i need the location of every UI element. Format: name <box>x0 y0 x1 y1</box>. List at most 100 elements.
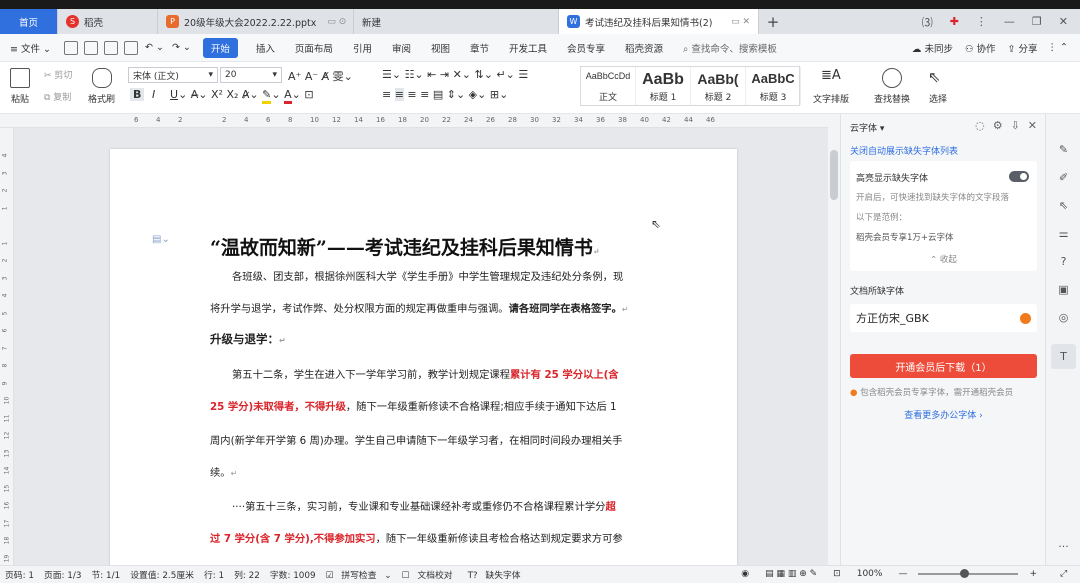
ruler-tick: 5 <box>1 311 9 315</box>
adjust-icon[interactable]: ⚌ <box>1056 226 1071 241</box>
scroll-thumb[interactable] <box>830 150 838 200</box>
vertical-ruler[interactable]: 4 3 2 1 1 2 3 4 5 6 7 8 9 10 11 12 13 14 15 16 17 18 19 <box>0 128 14 565</box>
panel-title[interactable]: 云字体 ▾ <box>850 121 884 134</box>
menu-devtools[interactable]: 开发工具 <box>499 41 557 55</box>
ruler-tick: 10 <box>310 116 319 124</box>
tab-daoke[interactable]: S 稻壳 <box>58 9 158 34</box>
font-icon[interactable]: T <box>1051 344 1076 369</box>
disable-auto-show-link[interactable]: 关闭自动展示缺失字体列表 <box>850 144 958 157</box>
style-normal[interactable]: AaBbCcDd 正文 <box>581 67 636 105</box>
highlight-toggle[interactable] <box>1009 171 1029 182</box>
location-icon[interactable]: ◎ <box>1056 310 1071 325</box>
menu-review[interactable]: 审阅 <box>382 41 421 55</box>
settings-icon[interactable]: ⚙ <box>993 119 1003 132</box>
zoom-in-icon[interactable]: + <box>1024 569 1042 579</box>
horizontal-ruler[interactable]: 6 4 2 2 4 6 8 10 12 14 16 18 20 22 24 26 28 30 32 34 36 38 40 4… <box>0 114 840 128</box>
export-icon[interactable] <box>83 40 98 55</box>
avatar-icon[interactable]: ✚ <box>950 15 959 28</box>
sync-status[interactable]: ☁ 未同步 <box>906 41 959 55</box>
tab-document[interactable]: W 考试违纪及挂科后果知情书(2) ▭ ✕ <box>559 9 759 34</box>
menu-section[interactable]: 章节 <box>460 41 499 55</box>
cut-button[interactable]: ✂ 剪切 <box>44 68 72 81</box>
tab-count-icon[interactable]: ⑶ <box>922 14 933 30</box>
new-tab-button[interactable]: + <box>759 9 787 34</box>
bold-button[interactable]: B <box>130 88 145 101</box>
collapse-button[interactable]: ⌃ 收起 <box>850 253 1037 265</box>
tab-home[interactable]: 首页 <box>0 9 58 34</box>
copy-button[interactable]: ⧉ 复制 <box>44 90 71 103</box>
chat-icon[interactable]: ◌ <box>975 119 985 132</box>
ruler-tick: 18 <box>3 536 11 545</box>
edit-icon[interactable]: ✐ <box>1056 170 1071 185</box>
more-icon[interactable]: ··· <box>1056 539 1071 554</box>
status-pages: 页面: 1/3 <box>43 571 82 581</box>
help-icon[interactable]: ? <box>1056 254 1071 269</box>
tab-close-icon[interactable]: ▭ ⊙ <box>321 17 346 27</box>
menu-member[interactable]: 会员专享 <box>557 41 615 55</box>
paint-icon[interactable]: ✎ <box>1056 142 1071 157</box>
undo-icon[interactable]: ↶ ⌄ <box>141 42 168 53</box>
ruler-tick: 46 <box>706 116 715 124</box>
doc-outline-icon[interactable]: ▤⌄ <box>152 234 170 245</box>
text-format-row[interactable]: U⌄ A̶⌄ X² X₂ A̷⌄ ✎⌄ A⌄ ⊡ <box>170 88 314 104</box>
more-menu-icon[interactable]: ⋮ ⌃ <box>1044 42 1080 53</box>
zoom-level[interactable]: 100% <box>852 569 888 579</box>
collab-button[interactable]: ⚇ 协作 <box>959 41 1002 55</box>
style-heading-3[interactable]: AaBbC 标题 3 <box>746 67 801 105</box>
zoom-slider[interactable] <box>918 569 1019 578</box>
find-replace-button[interactable]: 查找替换 <box>874 68 910 105</box>
document-page[interactable]: ▤⌄ “温故而知新”——考试违纪及挂科后果知情书↵ 各班级、团支部，根据徐州医科… <box>110 149 737 565</box>
zoom-out-icon[interactable]: — <box>893 569 912 579</box>
preview-icon[interactable] <box>123 40 138 55</box>
vertical-scrollbar[interactable] <box>828 114 840 565</box>
menu-insert[interactable]: 插入 <box>246 41 285 55</box>
paste-button[interactable]: 粘贴 <box>10 68 30 105</box>
font-tools-row[interactable]: A⁺ A⁻ A̸ 雯⌄ <box>288 68 353 84</box>
fit-icon[interactable]: ⊡ <box>828 569 846 579</box>
list-tools-row[interactable]: ☰⌄ ☷⌄ ⇤ ⇥ ✕⌄ ⇅⌄ ↵⌄ ☰ <box>382 68 528 81</box>
text-layout-button[interactable]: ≣A 文字排版 <box>813 68 849 105</box>
tab-close-icon[interactable]: ▭ ✕ <box>725 17 750 27</box>
redo-icon[interactable]: ↷ ⌄ <box>168 42 195 53</box>
align-tools-row[interactable]: ≡ ≡ ≡ ≡ ▤ ⇕⌄ ◈⌄ ⊞⌄ <box>382 88 508 101</box>
cursor-icon[interactable]: ⇖ <box>1056 198 1071 213</box>
menu-layout[interactable]: 页面布局 <box>285 41 343 55</box>
font-name-select[interactable]: 宋体 (正文) ▾ <box>128 67 218 83</box>
ruler-tick: 4 <box>1 153 9 158</box>
menu-reference[interactable]: 引用 <box>343 41 382 55</box>
close-icon[interactable]: ✕ <box>1028 119 1037 132</box>
view-icons[interactable]: ▤ ▦ ▥ ⊕ ✎ <box>760 569 822 579</box>
missing-font-button[interactable]: T? 缺失字体 <box>463 568 531 581</box>
print-icon[interactable] <box>103 40 118 55</box>
tab-new[interactable]: 新建 <box>354 9 559 34</box>
spellcheck-button[interactable]: ☑ 拼写检查 ⌄ <box>321 568 397 581</box>
italic-button[interactable]: I <box>152 88 155 101</box>
font-size-select[interactable]: 20 ▾ <box>220 67 282 83</box>
hamburger-icon[interactable]: ≡ 文件 ⌄ <box>0 41 61 55</box>
save-icon[interactable] <box>63 40 78 55</box>
tab-pptx[interactable]: P 20级年级大会2022.2.22.pptx ▭ ⊙ <box>158 9 354 34</box>
close-window-icon[interactable]: ✕ <box>1059 15 1068 28</box>
command-search[interactable]: ⌕ 查找命令、搜索模板 <box>673 41 787 55</box>
fullscreen-icon[interactable]: ⤢ <box>1055 569 1072 579</box>
proofread-button[interactable]: ☐ 文档校对 <box>397 568 463 581</box>
minimize-icon[interactable]: — <box>1004 15 1015 28</box>
menu-start[interactable]: 开始 <box>202 37 238 58</box>
image-icon[interactable]: ▣ <box>1056 282 1071 297</box>
menu-daoke[interactable]: 稻壳资源 <box>615 41 673 55</box>
eye-icon[interactable]: ◉ <box>736 569 754 579</box>
more-fonts-link[interactable]: 查看更多办公字体 › <box>841 408 1046 421</box>
missing-font-item[interactable]: 方正仿宋_GBK <box>850 304 1037 332</box>
panel-header-icons: ◌ ⚙ ⇩ ✕ <box>975 119 1037 132</box>
download-button[interactable]: 开通会员后下载（1） <box>850 354 1037 378</box>
menu-view[interactable]: 视图 <box>421 41 460 55</box>
format-painter-button[interactable]: 格式刷 <box>88 68 115 105</box>
style-heading-1[interactable]: AaBb 标题 1 <box>636 67 691 105</box>
style-heading-2[interactable]: AaBb(标题 2 <box>691 67 746 105</box>
restore-icon[interactable]: ❐ <box>1032 15 1042 28</box>
share-button[interactable]: ⇪ 分享 <box>1002 41 1044 55</box>
pin-icon[interactable]: ⇩ <box>1011 119 1020 132</box>
select-button[interactable]: ⇖ 选择 <box>928 68 948 105</box>
more-icon[interactable]: ⋮ <box>976 15 987 28</box>
ruler-tick: 6 <box>1 328 9 333</box>
